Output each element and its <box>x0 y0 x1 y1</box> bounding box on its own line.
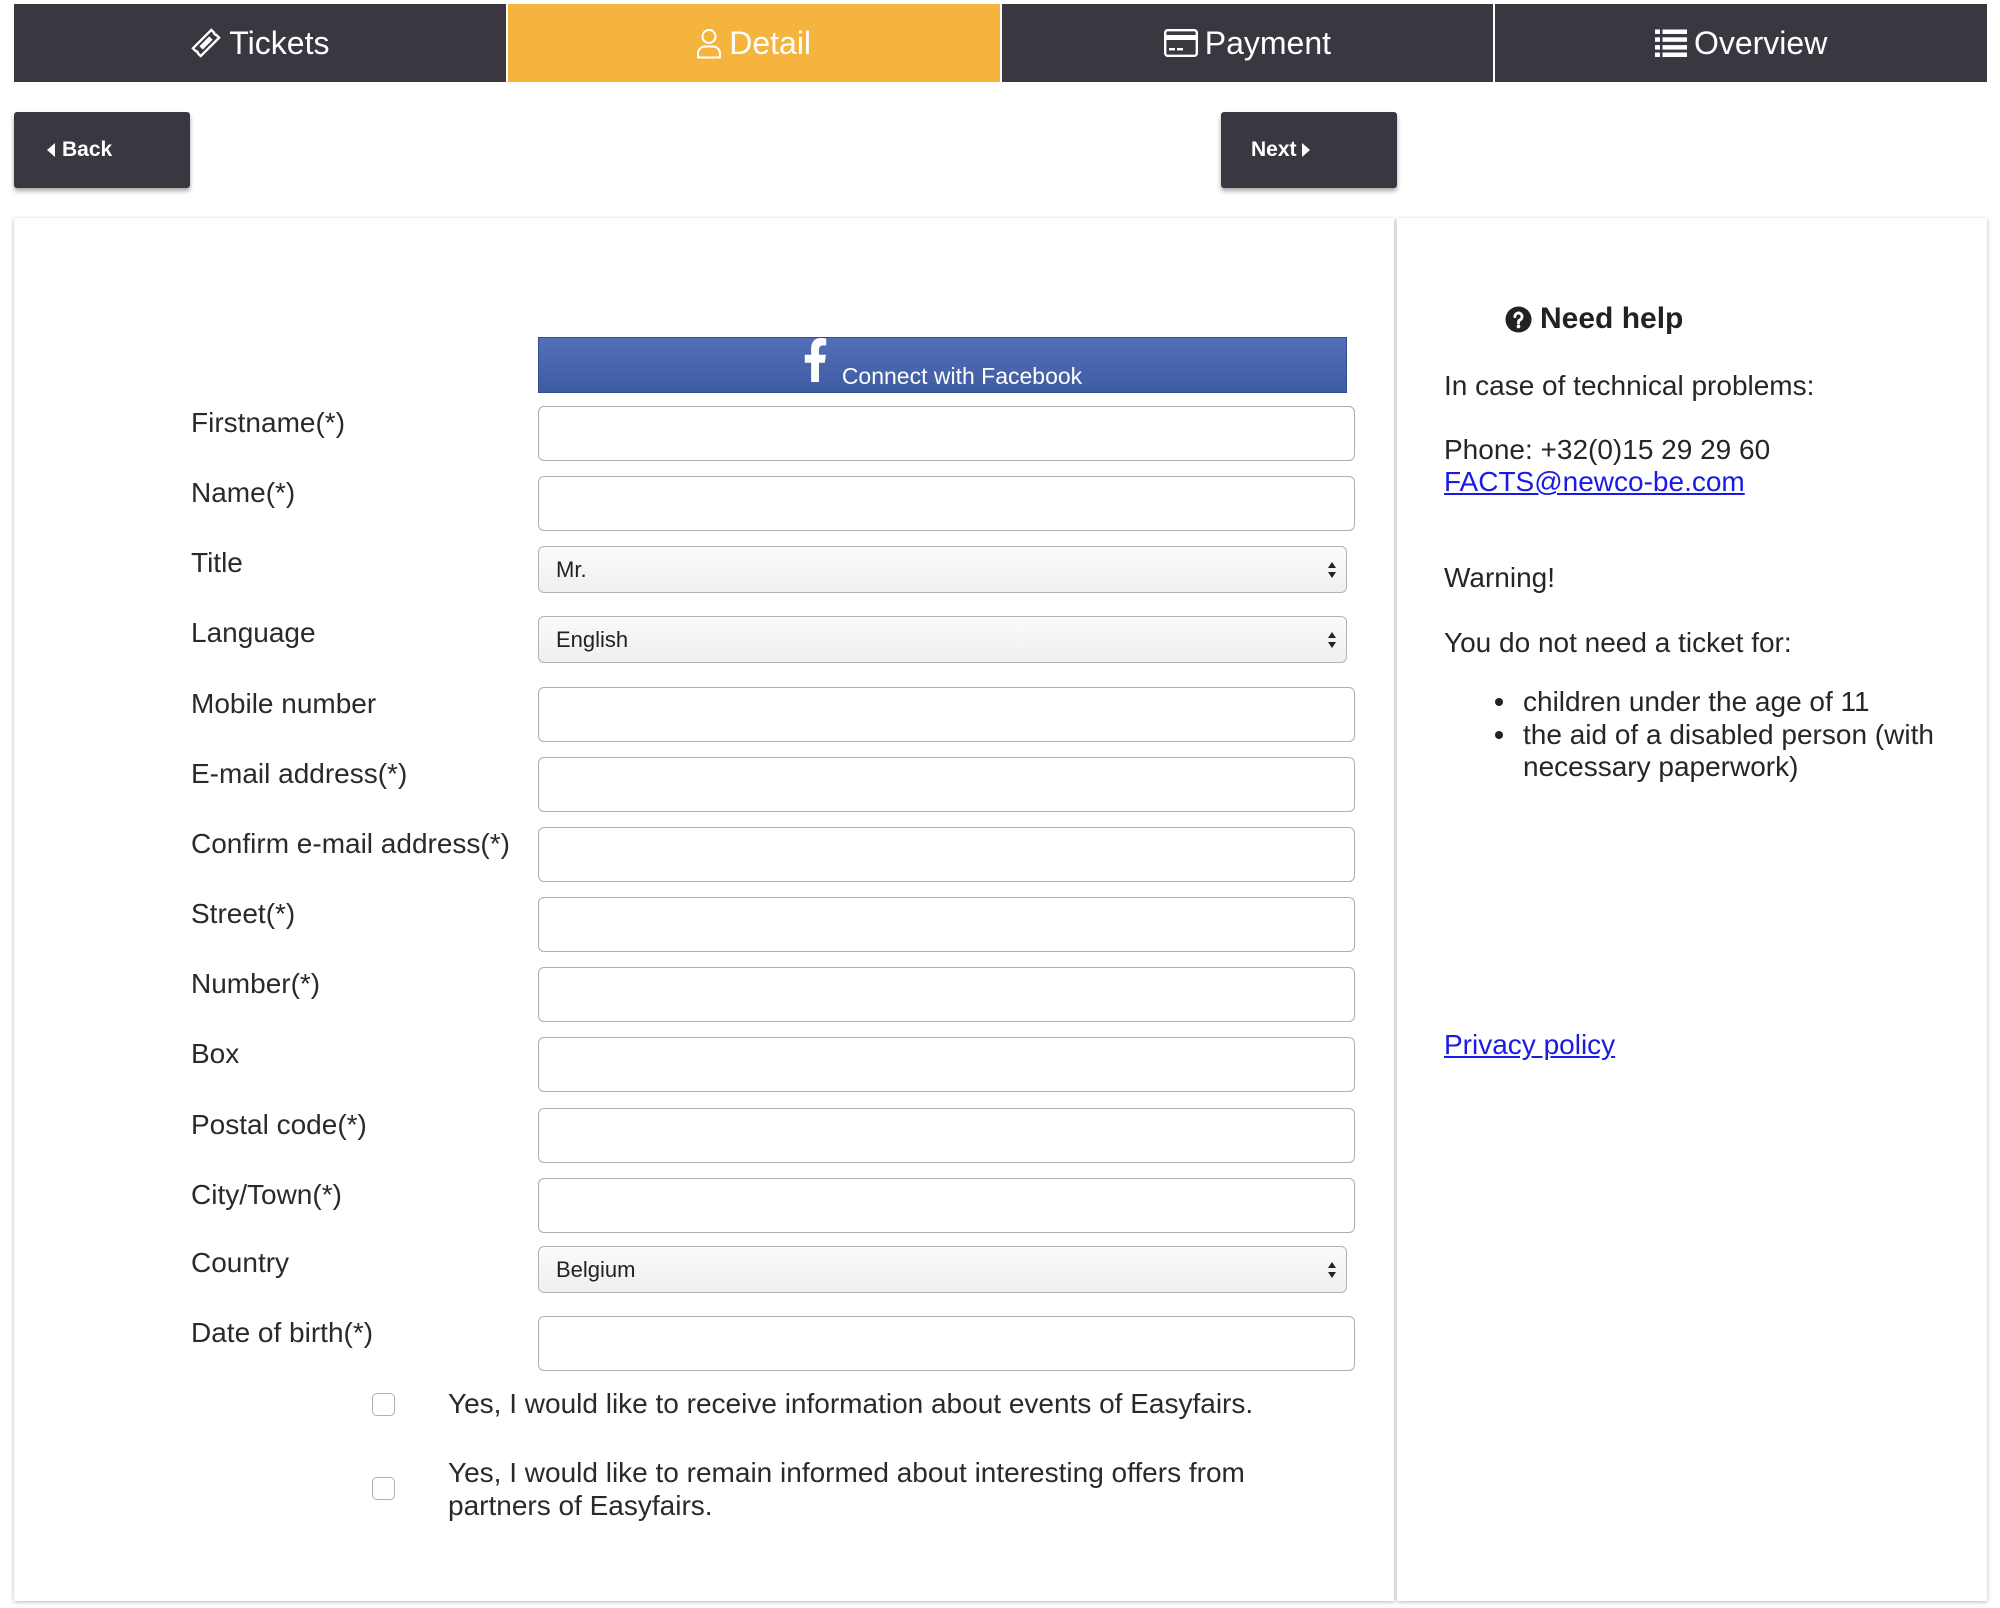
user-icon <box>696 28 722 59</box>
city-label: City/Town(*) <box>191 1179 342 1210</box>
tab-label: Overview <box>1693 24 1828 61</box>
country-label: Country <box>191 1247 290 1278</box>
form-row-confirm-email: Confirm e-mail address(*) <box>14 827 1394 882</box>
name-label: Name(*) <box>191 477 296 508</box>
tab-detail[interactable]: Detail <box>507 4 1000 82</box>
email-label: E-mail address(*) <box>191 758 408 789</box>
help-intro: In case of technical problems: <box>1444 370 1815 401</box>
confirm-email-label: Confirm e-mail address(*) <box>191 828 510 859</box>
postal-code-input[interactable] <box>538 1108 1355 1163</box>
list-icon <box>1654 29 1687 57</box>
details-form-panel: Connect with Facebook Firstname(*) Name(… <box>14 218 1394 1601</box>
firstname-label: Firstname(*) <box>191 407 346 438</box>
help-email-link[interactable]: FACTS@newco-be.com <box>1444 466 1745 497</box>
box-input[interactable] <box>538 1037 1355 1092</box>
facebook-connect-button[interactable]: Connect with Facebook <box>538 337 1347 393</box>
warning-text: Warning! <box>1444 562 1556 593</box>
help-heading: Need help <box>1505 299 1683 339</box>
form-row-name: Name(*) <box>14 476 1394 531</box>
language-select-value: English <box>556 626 629 652</box>
tab-overview[interactable]: Overview <box>1495 4 1987 82</box>
no-ticket-item: children under the age of 11 <box>1495 686 1955 719</box>
language-select[interactable]: English <box>538 616 1347 663</box>
help-phone: Phone: +32(0)15 29 29 60 <box>1444 434 1771 465</box>
no-ticket-list: children under the age of 11 the aid of … <box>1495 686 1955 784</box>
date-of-birth-input[interactable] <box>538 1316 1355 1371</box>
privacy-policy: Privacy policy <box>1444 1029 1964 1061</box>
consent-events-label: Yes, I would like to receive information… <box>448 1388 1254 1419</box>
confirm-email-input[interactable] <box>538 827 1355 882</box>
form-row-email: E-mail address(*) <box>14 757 1394 812</box>
country-select[interactable]: Belgium <box>538 1246 1347 1293</box>
no-ticket-item: the aid of a disabled person (with neces… <box>1495 719 1955 784</box>
credit-card-icon <box>1163 29 1198 57</box>
tab-payment[interactable]: Payment <box>1001 4 1494 82</box>
mobile-label: Mobile number <box>191 688 377 719</box>
facebook-icon <box>804 338 827 382</box>
form-row-postal-code: Postal code(*) <box>14 1108 1394 1163</box>
tab-label: Tickets <box>229 24 330 61</box>
form-row-box: Box <box>14 1037 1394 1092</box>
caret-right-icon <box>1301 143 1310 157</box>
form-row-language: Language English <box>14 616 1394 671</box>
consent-partners-label: Yes, I would like to remain informed abo… <box>448 1457 1245 1521</box>
date-of-birth-label: Date of birth(*) <box>191 1317 374 1348</box>
step-tabs: Tickets Detail Payment Overview <box>14 4 1987 82</box>
no-ticket-intro: You do not need a ticket for: <box>1444 627 1792 658</box>
box-label: Box <box>191 1038 240 1069</box>
help-contact: Phone: +32(0)15 29 29 60 FACTS@newco-be.… <box>1444 434 1964 498</box>
question-circle-icon <box>1505 305 1532 333</box>
ticket-icon <box>190 27 222 59</box>
form-row-country: Country Belgium <box>14 1246 1394 1301</box>
back-button[interactable]: Back <box>14 112 190 188</box>
form-row-number: Number(*) <box>14 967 1394 1022</box>
name-input[interactable] <box>538 476 1355 531</box>
form-row-street: Street(*) <box>14 897 1394 952</box>
title-select[interactable]: Mr. <box>538 546 1347 593</box>
street-label: Street(*) <box>191 898 296 929</box>
caret-left-icon <box>47 143 55 157</box>
tab-label: Payment <box>1204 24 1332 61</box>
street-input[interactable] <box>538 897 1355 952</box>
postal-code-label: Postal code(*) <box>191 1109 367 1140</box>
form-row-date-of-birth: Date of birth(*) <box>14 1316 1394 1371</box>
city-input[interactable] <box>538 1178 1355 1233</box>
back-label: Back <box>62 138 113 161</box>
select-arrows-icon <box>1328 632 1336 648</box>
form-row-firstname: Firstname(*) <box>14 406 1394 461</box>
number-input[interactable] <box>538 967 1355 1022</box>
mobile-input[interactable] <box>538 687 1355 742</box>
consent-events-checkbox[interactable] <box>372 1393 395 1416</box>
select-arrows-icon <box>1328 562 1336 578</box>
language-label: Language <box>191 617 316 648</box>
tab-tickets[interactable]: Tickets <box>14 4 506 82</box>
firstname-input[interactable] <box>538 406 1355 461</box>
form-row-city: City/Town(*) <box>14 1178 1394 1233</box>
country-select-value: Belgium <box>556 1256 636 1282</box>
consent-partners-checkbox[interactable] <box>372 1477 395 1500</box>
tab-label: Detail <box>729 24 812 61</box>
select-arrows-icon <box>1328 1262 1336 1278</box>
email-input[interactable] <box>538 757 1355 812</box>
help-title: Need help <box>1540 302 1684 335</box>
form-row-mobile: Mobile number <box>14 687 1394 742</box>
next-label: Next <box>1251 138 1297 161</box>
next-button[interactable]: Next <box>1221 112 1397 188</box>
form-row-title: Title Mr. <box>14 546 1394 601</box>
privacy-policy-link[interactable]: Privacy policy <box>1444 1029 1615 1060</box>
number-label: Number(*) <box>191 968 321 999</box>
facebook-connect-label: Connect with Facebook <box>841 363 1083 389</box>
title-label: Title <box>191 547 243 578</box>
title-select-value: Mr. <box>556 556 587 582</box>
help-panel: Need help In case of technical problems:… <box>1397 218 1987 1601</box>
